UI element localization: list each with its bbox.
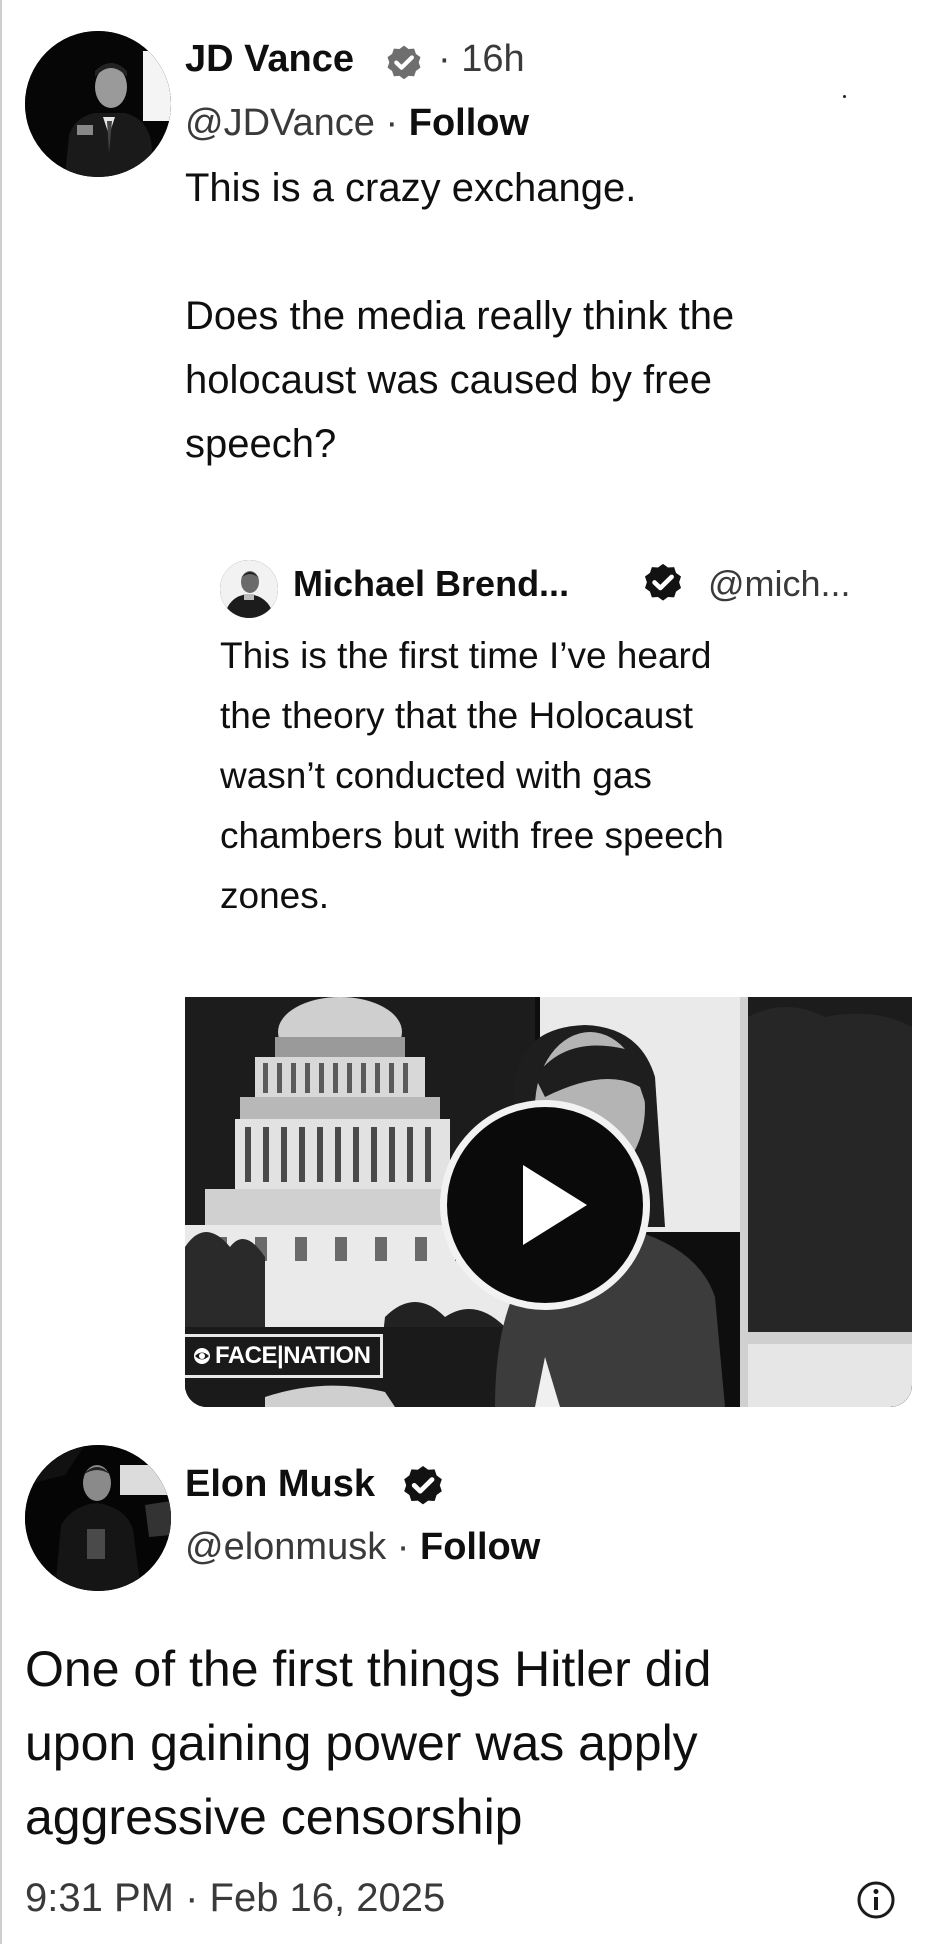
left-border [0,0,2,1944]
separator: · [396,1526,410,1568]
quoted-author-avatar[interactable] [220,560,278,618]
gray-verified-badge-icon [387,45,421,80]
separator: · [438,38,451,80]
verified-badge-icon [644,563,682,601]
quoted-tweet-text: This is the first time I’ve heard the th… [220,635,724,916]
reply-follow-button[interactable]: Follow [420,1526,540,1568]
cbs-eye-icon [194,1348,210,1364]
separator: · [385,102,399,144]
watermark-text: FACE|NATION [215,1342,371,1369]
tweet-text: This is a crazy exchange. Does the media… [185,166,735,466]
reply-tweet-text: One of the first things Hitler did upon … [25,1641,712,1845]
quoted-author-name[interactable]: Michael Brend... [293,563,569,605]
time-ago-value: 16h [461,38,525,80]
play-icon [523,1165,587,1245]
avatar-photo [25,1445,171,1591]
play-button[interactable] [440,1100,650,1310]
info-icon[interactable] [856,1880,896,1920]
handle-line: @JDVance · Follow [185,102,529,145]
reply-handle-line: @elonmusk · Follow [185,1526,540,1569]
reply-author-name[interactable]: Elon Musk [185,1463,375,1506]
stray-dot [843,95,846,98]
follow-button[interactable]: Follow [409,102,529,144]
quoted-author-handle[interactable]: @mich... [708,563,851,605]
author-name[interactable]: JD Vance [185,38,354,81]
jd-vance-avatar[interactable] [25,31,171,177]
video-watermark: FACE|NATION [185,1334,383,1378]
elon-musk-avatar[interactable] [25,1445,171,1591]
avatar-photo [220,560,278,618]
post-timestamp[interactable]: 9:31 PM · Feb 16, 2025 [25,1876,445,1921]
verified-badge-icon [404,1466,442,1505]
reply-author-handle[interactable]: @elonmusk [185,1526,386,1568]
author-handle[interactable]: @JDVance [185,102,375,144]
avatar-photo [25,31,171,177]
time-ago: · 16h [438,38,525,81]
